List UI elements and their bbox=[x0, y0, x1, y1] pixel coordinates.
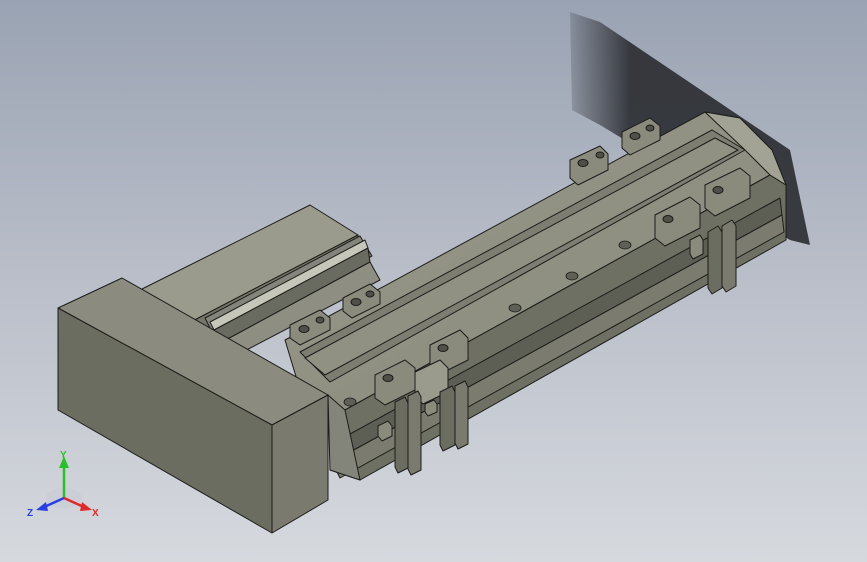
z-axis-label: Z bbox=[27, 508, 33, 519]
model-viewport[interactable] bbox=[0, 0, 867, 562]
x-axis-label: X bbox=[92, 508, 99, 519]
orientation-triad: Y X Z bbox=[26, 448, 106, 524]
linear-actuator-model[interactable] bbox=[0, 0, 867, 562]
y-axis-label: Y bbox=[60, 450, 67, 461]
